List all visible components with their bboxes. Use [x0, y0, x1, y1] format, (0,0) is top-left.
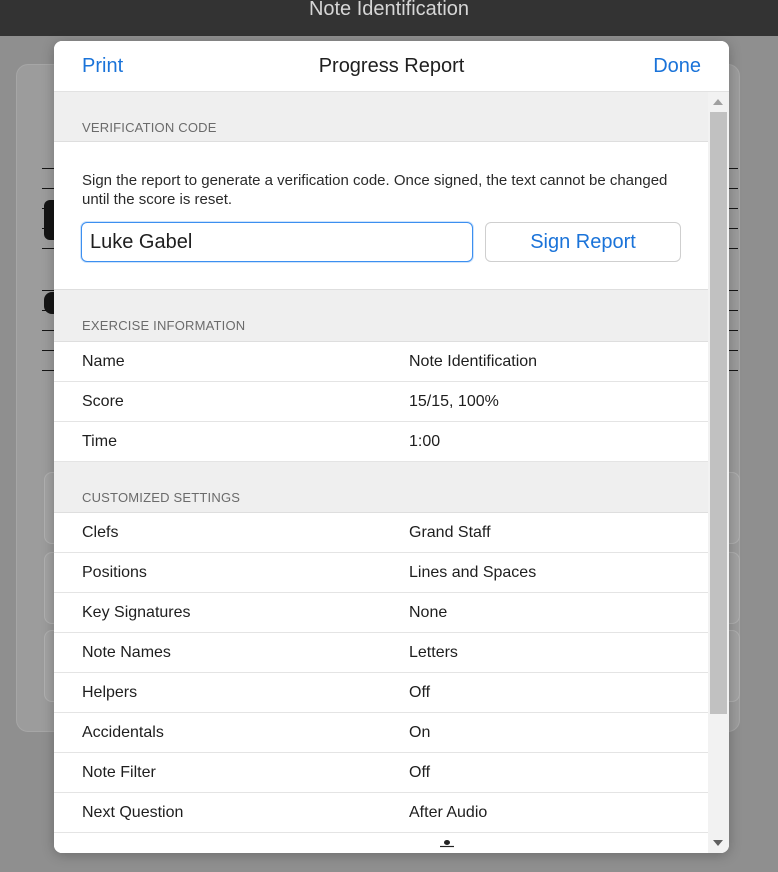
table-row: Time 1:00: [54, 422, 708, 462]
scroll-down-arrow-icon[interactable]: [713, 840, 723, 846]
dialog-header: Print Progress Report Done: [54, 41, 729, 92]
row-label: Next Question: [82, 804, 184, 821]
row-value: After Audio: [409, 804, 488, 821]
signature-name-input[interactable]: [81, 222, 473, 262]
settings-section-label: CUSTOMIZED SETTINGS: [54, 462, 708, 513]
row-label: Time: [82, 433, 117, 450]
row-value: Letters: [409, 644, 458, 661]
scrollbar-thumb[interactable]: [710, 112, 727, 714]
app-title: Note Identification: [308, 0, 470, 20]
row-label: Score: [82, 393, 124, 410]
verification-section: Sign the report to generate a verificati…: [54, 142, 708, 290]
table-row: Note Names Letters: [54, 633, 708, 673]
row-value: Note Identification: [409, 353, 538, 370]
table-row: Note Filter Off: [54, 753, 708, 793]
row-value: None: [409, 604, 448, 621]
dialog-title: Progress Report: [318, 55, 465, 77]
row-label: Positions: [82, 564, 147, 581]
row-label: Name: [82, 353, 125, 370]
row-value: Grand Staff: [409, 524, 491, 541]
table-row: Positions Lines and Spaces: [54, 553, 708, 593]
table-row: Score 15/15, 100%: [54, 382, 708, 422]
verification-instructions: Sign the report to generate a verificati…: [82, 172, 668, 208]
row-value: Off: [409, 764, 431, 781]
row-value: Lines and Spaces: [409, 564, 537, 581]
table-row: Key Signatures None: [54, 593, 708, 633]
note-glyph-icon: [440, 840, 454, 848]
progress-report-dialog: Print Progress Report Done VERIFICATION …: [54, 41, 729, 853]
exercise-section-label: EXERCISE INFORMATION: [54, 290, 708, 342]
row-label: Helpers: [82, 684, 138, 701]
vertical-scrollbar[interactable]: [708, 92, 729, 853]
table-row: Next Question After Audio: [54, 793, 708, 833]
row-label: Clefs: [82, 524, 119, 541]
row-label: Key Signatures: [82, 604, 191, 621]
scroll-up-arrow-icon[interactable]: [713, 99, 723, 105]
table-row: Helpers Off: [54, 673, 708, 713]
row-value: 15/15, 100%: [409, 393, 499, 410]
row-label: Note Filter: [82, 764, 156, 781]
table-row: Clefs Grand Staff: [54, 513, 708, 553]
row-label: Note Names: [82, 644, 171, 661]
report-content: VERIFICATION CODE Sign the report to gen…: [54, 92, 708, 853]
table-row: Name Note Identification: [54, 342, 708, 382]
verification-section-label: VERIFICATION CODE: [54, 92, 708, 142]
row-label: Accidentals: [82, 724, 164, 741]
app-title-bar: Note Identification: [0, 0, 778, 36]
sign-report-button[interactable]: Sign Report: [485, 222, 681, 262]
report-bottom: [54, 833, 708, 853]
row-value: Off: [409, 684, 431, 701]
row-value: On: [409, 724, 431, 741]
table-row: Accidentals On: [54, 713, 708, 753]
row-value: 1:00: [409, 433, 441, 450]
done-button[interactable]: Done: [653, 55, 701, 77]
